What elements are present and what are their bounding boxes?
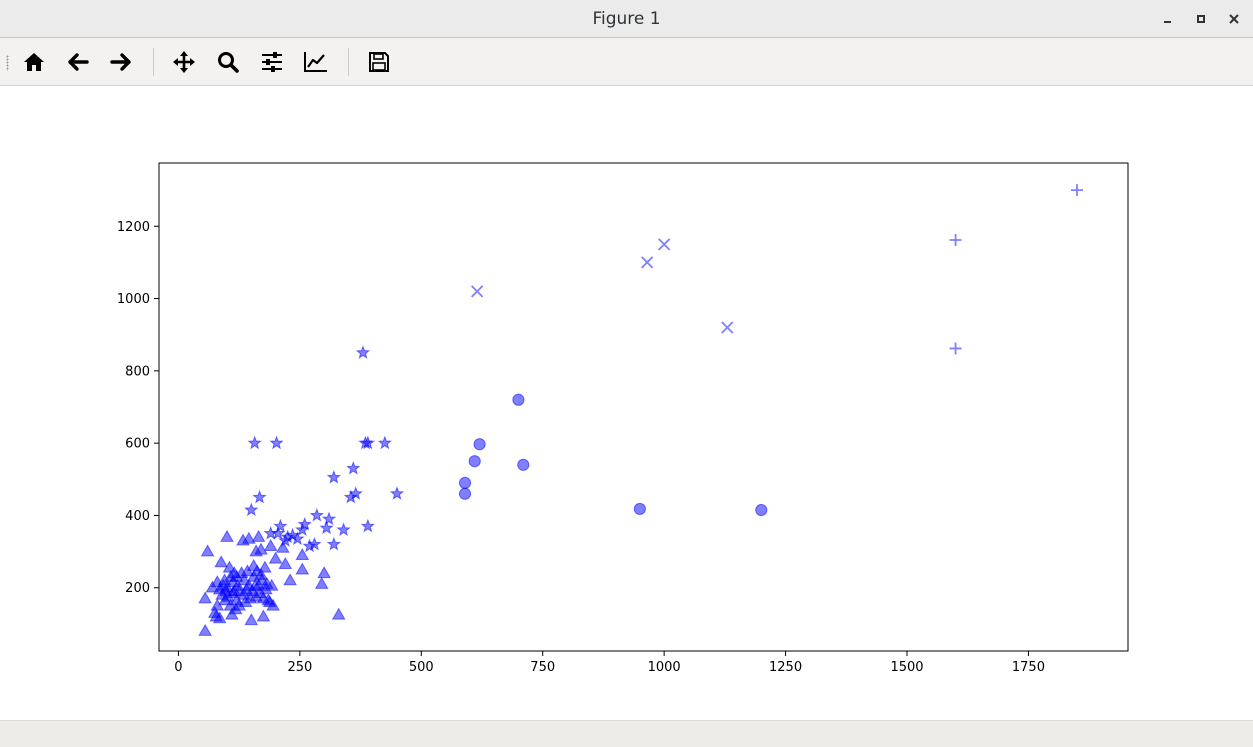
y-tick-label: 400 xyxy=(125,509,150,524)
toolbar-separator xyxy=(153,48,154,76)
home-button[interactable] xyxy=(17,46,51,78)
forward-button[interactable] xyxy=(104,46,138,78)
forward-arrow-icon xyxy=(110,53,131,71)
data-point-circle xyxy=(473,438,486,451)
back-arrow-icon xyxy=(68,53,89,71)
zoom-button[interactable] xyxy=(211,46,245,78)
x-tick-label: 750 xyxy=(530,660,555,675)
maximize-button[interactable] xyxy=(1190,8,1212,30)
y-tick-label: 1200 xyxy=(117,220,150,235)
save-button[interactable] xyxy=(362,46,396,78)
data-point-circle xyxy=(458,487,472,500)
data-point-circle xyxy=(458,476,472,490)
pan-move-icon xyxy=(173,51,195,73)
edit-axes-button[interactable] xyxy=(299,46,333,78)
edit-axes-icon xyxy=(304,52,327,72)
configure-subplots-icon xyxy=(262,52,282,72)
window-titlebar: Figure 1 xyxy=(0,0,1253,38)
x-tick-label: 250 xyxy=(287,660,312,675)
data-point-circle xyxy=(468,455,481,468)
navigation-toolbar xyxy=(0,38,1253,86)
x-tick-label: 1750 xyxy=(1012,660,1045,675)
y-tick-label: 200 xyxy=(125,581,150,596)
x-tick-label: 500 xyxy=(409,660,434,675)
pan-button[interactable] xyxy=(167,46,201,78)
data-point-circle xyxy=(517,458,530,471)
figure-canvas[interactable]: 0 250 500 750 1000 1250 1500 1750 200 400 600 800 1… xyxy=(4,86,1250,720)
x-tick-label: 1000 xyxy=(648,660,681,675)
y-tick-label: 600 xyxy=(125,437,150,452)
x-tick-label: 0 xyxy=(174,660,182,675)
data-point-circle xyxy=(633,502,646,516)
data-point-circle xyxy=(512,393,525,406)
y-tick-label: 1000 xyxy=(117,292,150,307)
minimize-button[interactable] xyxy=(1156,8,1178,30)
toolbar-separator xyxy=(348,48,349,76)
home-icon xyxy=(24,53,44,71)
scatter-plot: 0 250 500 750 1000 1250 1500 1750 200 400 600 800 1… xyxy=(117,162,1129,675)
minimize-icon xyxy=(1164,21,1171,23)
zoom-magnifier-icon xyxy=(218,52,239,73)
status-bar xyxy=(0,720,1253,747)
axes-frame xyxy=(158,162,1129,652)
back-button[interactable] xyxy=(61,46,95,78)
toolbar-grip xyxy=(6,55,9,71)
maximize-icon xyxy=(1197,15,1205,23)
close-button[interactable] xyxy=(1223,8,1245,30)
save-figure-icon xyxy=(369,52,389,72)
window-title: Figure 1 xyxy=(592,9,661,29)
close-icon xyxy=(1229,14,1239,24)
x-tick-label: 1500 xyxy=(890,660,923,675)
x-tick-label: 1250 xyxy=(769,660,802,675)
configure-subplots-button[interactable] xyxy=(255,46,289,78)
y-tick-label: 800 xyxy=(125,364,150,379)
data-point-circle xyxy=(755,503,768,517)
